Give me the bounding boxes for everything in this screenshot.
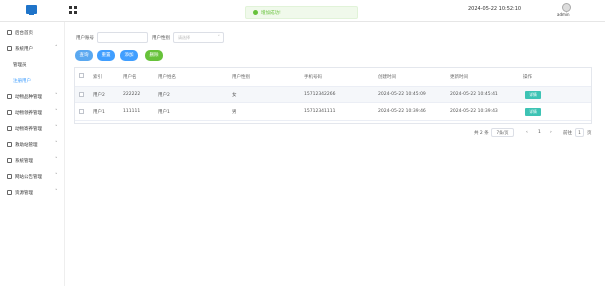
chevron-up-icon: ˄ (55, 45, 58, 51)
reset-button[interactable]: 重置 (97, 50, 115, 61)
chevron-down-icon: ˅ (55, 109, 58, 115)
sidebar-item-registered-users[interactable]: 注册用户 (0, 76, 65, 86)
page-size-value: 7条/页 (496, 130, 509, 135)
success-toast: 增加成功! (245, 6, 358, 19)
table-cell: 女 (232, 93, 237, 98)
table-row[interactable]: 用户1 111111 用户1 男 15712341111 2024-05-22 … (75, 104, 591, 121)
table-header: 操作 (523, 75, 532, 80)
toast-message: 增加成功! (261, 11, 281, 16)
table-cell: 2024-05-22 10:39:46 (378, 109, 426, 114)
table-cell: 222222 (123, 92, 141, 97)
gender-label: 用户性别 (152, 36, 170, 41)
list-icon (7, 110, 12, 115)
account-input[interactable] (97, 32, 148, 43)
sidebar-item-resources[interactable]: 资源管理 ˅ (0, 188, 65, 198)
next-page-button[interactable]: › (550, 130, 552, 135)
table-cell: 用户1 (158, 110, 170, 115)
table-cell: 用户1 (93, 110, 105, 115)
sidebar-item-label: 救助站管理 (15, 143, 38, 148)
table-cell: 15712342266 (304, 92, 336, 97)
header-datetime: 2024-05-22 10:52:10 (468, 6, 522, 12)
sidebar-item-label: 资源管理 (15, 191, 33, 196)
table-cell: 2024-05-22 10:39:43 (450, 109, 498, 114)
table-cell: 15712341111 (304, 109, 336, 114)
table-cell: 男 (232, 110, 237, 115)
page-suffix: 页 (587, 131, 592, 136)
gear-icon (7, 158, 12, 163)
sidebar-item-notices[interactable]: 网站公告管理 ˅ (0, 172, 65, 182)
goto-page-value: 1 (578, 130, 581, 135)
chevron-down-icon: ˅ (55, 157, 58, 163)
sidebar-item-admins[interactable]: 管理员 (0, 60, 65, 70)
sidebar-item-label: 系统用户 (15, 47, 33, 52)
sidebar-item-system-users[interactable]: 系统用户 ˄ (0, 44, 65, 54)
sidebar-item-label: 网站公告管理 (15, 175, 42, 180)
avatar[interactable] (562, 3, 571, 12)
chevron-down-icon: ˅ (55, 173, 58, 179)
chevron-down-icon: ˅ (55, 125, 58, 131)
row-checkbox[interactable] (79, 109, 84, 114)
table-cell: 111111 (123, 109, 141, 114)
page-size-select[interactable]: 7条/页 (491, 128, 514, 137)
user-icon (7, 46, 12, 51)
table-header: 更新时间 (450, 75, 468, 80)
select-all-checkbox[interactable] (79, 73, 84, 78)
table-header: 手机号码 (304, 75, 322, 80)
chevron-down-icon: ˅ (217, 35, 221, 41)
query-button[interactable]: 查询 (75, 50, 93, 61)
sidebar-item-label: 后台首页 (15, 31, 33, 36)
list-icon (7, 142, 12, 147)
sidebar-item-home[interactable]: 后台首页 (0, 28, 65, 38)
table-header: 创建时间 (378, 75, 396, 80)
sidebar-item-label: 注册用户 (13, 79, 31, 84)
chevron-down-icon: ˅ (55, 93, 58, 99)
sidebar-item-foster[interactable]: 动物寄养管理 ˅ (0, 124, 65, 134)
pagination-total: 共 2 条 (474, 131, 489, 136)
home-icon (7, 30, 12, 35)
gender-select[interactable]: 请选择 ˅ (173, 32, 224, 43)
table-cell: 用户2 (158, 93, 170, 98)
table-cell: 2024-05-22 10:45:09 (378, 92, 426, 97)
main-content (65, 22, 605, 286)
table-cell: 用户2 (93, 93, 105, 98)
sidebar-item-system[interactable]: 系统管理 ˅ (0, 156, 65, 166)
list-icon (7, 126, 12, 131)
table-header: 用户名 (123, 75, 137, 80)
sidebar-item-breeds[interactable]: 动物品种管理 ˅ (0, 92, 65, 102)
gender-select-value: 请选择 (178, 35, 190, 40)
current-page[interactable]: 1 (538, 130, 541, 135)
goto-label: 前往 (563, 131, 572, 136)
account-label: 用户账号 (76, 36, 94, 41)
folder-icon (7, 190, 12, 195)
apps-grid-icon[interactable] (69, 6, 77, 14)
check-circle-icon (253, 10, 258, 15)
row-checkbox[interactable] (79, 92, 84, 97)
detail-button[interactable]: 详情 (525, 91, 541, 99)
add-button[interactable]: 添加 (120, 50, 138, 61)
detail-button[interactable]: 详情 (525, 108, 541, 116)
users-table: 索引 用户名 用户姓名 用户性别 手机号码 创建时间 更新时间 操作 用户2 2… (74, 67, 592, 124)
chevron-down-icon: ˅ (55, 141, 58, 147)
prev-page-button[interactable]: ‹ (526, 130, 528, 135)
sidebar-item-rescue[interactable]: 救助站管理 ˅ (0, 140, 65, 150)
username-label[interactable]: admin (557, 12, 570, 17)
sidebar: 后台首页 系统用户 ˄ 管理员 注册用户 动物品种管理 ˅ 动物领养管理 ˅ 动… (0, 22, 65, 286)
sidebar-item-label: 动物领养管理 (15, 111, 42, 116)
sidebar-item-label: 管理员 (13, 63, 27, 68)
bell-icon (7, 174, 12, 179)
table-header: 用户性别 (232, 75, 250, 80)
sidebar-item-adoption[interactable]: 动物领养管理 ˅ (0, 108, 65, 118)
goto-page-input[interactable]: 1 (575, 128, 584, 137)
sidebar-item-label: 动物寄养管理 (15, 127, 42, 132)
table-header: 用户姓名 (158, 75, 176, 80)
sidebar-item-label: 系统管理 (15, 159, 33, 164)
monitor-logo-icon (26, 5, 37, 15)
table-row[interactable]: 用户2 222222 用户2 女 15712342266 2024-05-22 … (75, 86, 591, 103)
delete-button[interactable]: 删除 (145, 50, 163, 61)
sidebar-item-label: 动物品种管理 (15, 95, 42, 100)
list-icon (7, 94, 12, 99)
table-cell: 2024-05-22 10:45:41 (450, 92, 498, 97)
table-header: 索引 (93, 75, 102, 80)
chevron-down-icon: ˅ (55, 189, 58, 195)
